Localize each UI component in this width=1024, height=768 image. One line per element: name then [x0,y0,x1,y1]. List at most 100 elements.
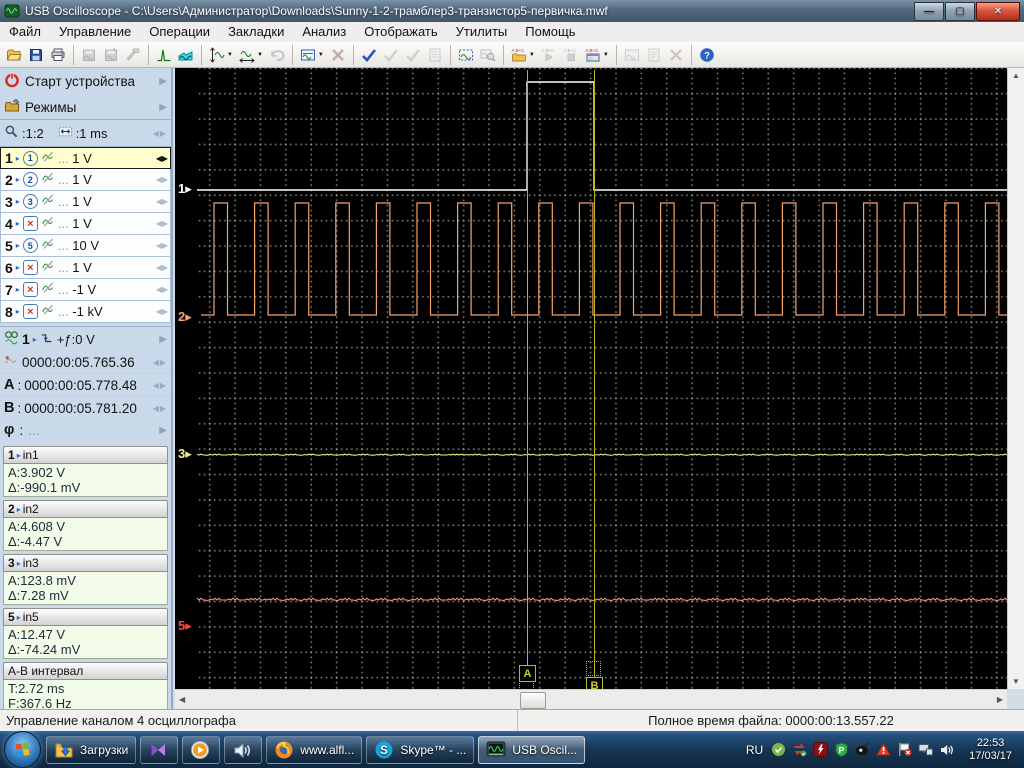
channel-badge[interactable]: 5 [23,238,38,253]
wave-coupling-icon[interactable] [41,171,55,188]
dropdown-arrow-icon[interactable]: ▼ [529,52,535,58]
zoom-sweep-row[interactable]: :1:2 :1 ms ◀▶ [0,119,171,146]
cursor-a-row[interactable]: A: 0000:00:05.778.48 ◀▶ [0,373,171,396]
channel-badge[interactable]: 1 [23,151,38,166]
trace-marker-2[interactable]: 2▸ [178,309,192,325]
menu-item-0[interactable]: Файл [0,22,50,42]
menu-item-2[interactable]: Операции [140,22,219,42]
channel-disabled-icon[interactable]: × [23,260,38,275]
taskbar-clock[interactable]: 22:53 17/03/17 [961,737,1020,763]
horizontal-scrollbar[interactable]: ◀ ▶ [175,689,1007,709]
taskbar-button-downloads[interactable]: Загрузки [46,736,136,764]
title-bar[interactable]: USB Oscilloscope - C:\Users\Администрато… [0,0,1024,22]
view-mode-button[interactable]: ▼ [298,43,326,67]
maximize-button[interactable]: ▢ [945,2,975,21]
dropdown-arrow-icon[interactable]: ▼ [318,52,324,58]
panel-header[interactable]: A-B интервал [3,662,168,680]
channel-row-7[interactable]: 7▸×... -1 V◀▶ [0,279,171,301]
channel-stepper[interactable]: ◀▶ [156,154,168,163]
trace-marker-3[interactable]: 3▸ [178,446,192,462]
scroll-up-icon[interactable]: ▲ [1012,71,1020,80]
help-button[interactable]: ? [697,43,717,67]
save-file-button[interactable] [26,43,46,67]
print-button[interactable] [48,43,68,67]
tray-download-master-icon[interactable] [813,742,829,758]
panel-header[interactable]: 1▸in1 [3,446,168,464]
vertical-scrollbar[interactable]: ▲ ▼ [1007,68,1024,689]
channel-row-4[interactable]: 4▸×... 1 V◀▶ [0,213,171,235]
channel-row-8[interactable]: 8▸×... -1 kV◀▶ [0,301,171,323]
cursor-b-row[interactable]: B: 0000:00:05.781.20 ◀▶ [0,396,171,419]
language-indicator[interactable]: RU [744,743,765,757]
time-stepper[interactable]: ◀▶ [153,358,167,367]
open-file-button[interactable] [4,43,24,67]
tray-volume-tray-icon[interactable] [939,742,955,758]
abc-open-button[interactable]: A:B+C▼ [509,43,537,67]
wave-coupling-icon[interactable] [41,281,55,298]
minimize-button[interactable]: — [914,2,944,21]
cursor-b-line[interactable] [594,70,595,677]
trace-marker-5[interactable]: 5▸ [178,618,192,634]
menu-item-5[interactable]: Отображать [355,22,446,42]
menu-item-4[interactable]: Анализ [293,22,355,42]
channel-stepper[interactable]: ◀▶ [156,241,168,250]
taskbar-button-usb-oscilloscope[interactable]: USB Oscil... [478,736,585,764]
channel-row-3[interactable]: 3▸3... 1 V◀▶ [0,191,171,213]
cursor-a-line[interactable] [527,70,528,665]
cursor-b-stepper[interactable]: ◀▶ [153,404,167,413]
tray-alert-icon[interactable] [876,742,892,758]
scroll-right-icon[interactable]: ▶ [997,695,1003,704]
taskbar-button-kmplayer[interactable] [140,736,178,764]
channel-stepper[interactable]: ◀▶ [156,285,168,294]
start-button[interactable] [4,731,41,768]
start-device-button[interactable]: Старт устройства ▶ [0,68,171,95]
taskbar-button-media-player[interactable] [182,736,220,764]
tray-satellite-icon[interactable] [855,742,871,758]
waveform-display[interactable]: 1▸2▸3▸5▸ AB [175,68,1007,689]
panel-header[interactable]: 5▸in5 [3,608,168,626]
channel-row-6[interactable]: 6▸×... 1 V◀▶ [0,257,171,279]
wave-coupling-icon[interactable] [41,150,55,167]
cursor-a-handle[interactable] [519,681,534,689]
cursor-b-label[interactable]: B [586,677,603,689]
dropdown-arrow-icon[interactable]: ▼ [257,52,263,58]
menu-item-7[interactable]: Помощь [516,22,584,42]
expand-arrow-icon[interactable]: ▶ [159,425,167,436]
cursor-a-stepper[interactable]: ◀▶ [153,381,167,390]
close-button[interactable]: ✕ [976,2,1020,21]
sweep-stepper[interactable]: ◀▶ [153,129,167,138]
apply-check-button[interactable] [359,43,379,67]
tray-network-icon[interactable] [918,742,934,758]
expand-arrow-icon[interactable]: ▶ [159,102,167,113]
menu-item-1[interactable]: Управление [50,22,140,42]
phase-row[interactable]: φ: ... ▶ [0,419,171,441]
trigger-row[interactable]: 1▸ +ƒ:0 V ▶ [0,326,171,351]
scroll-left-icon[interactable]: ◀ [179,695,185,704]
taskbar-button-skype[interactable]: SSkype™ - ... [366,736,474,764]
channel-stepper[interactable]: ◀▶ [156,307,168,316]
select-region-button[interactable] [456,43,476,67]
panel-header[interactable]: 2▸in2 [3,500,168,518]
channel-disabled-icon[interactable]: × [23,216,38,231]
menu-item-3[interactable]: Закладки [219,22,293,42]
expand-arrow-icon[interactable]: ▶ [159,334,167,345]
wave-coupling-icon[interactable] [41,193,55,210]
panel-header[interactable]: 3▸in3 [3,554,168,572]
tray-action-center-icon[interactable] [897,742,913,758]
channel-badge[interactable]: 2 [23,172,38,187]
wave-edit-button[interactable] [176,43,196,67]
channel-disabled-icon[interactable]: × [23,282,38,297]
trace-marker-1[interactable]: 1▸ [178,181,192,197]
scrollbar-thumb[interactable] [520,692,546,709]
tray-protect-icon[interactable]: P [834,742,850,758]
menu-item-6[interactable]: Утилиты [447,22,517,42]
tray-agent-icon[interactable] [771,742,787,758]
time-position-row[interactable]: 0000:00:05.765.36 ◀▶ [0,351,171,373]
channel-stepper[interactable]: ◀▶ [156,175,168,184]
scroll-down-icon[interactable]: ▼ [1012,677,1020,686]
channel-stepper[interactable]: ◀▶ [156,197,168,206]
channel-disabled-icon[interactable]: × [23,304,38,319]
wave-coupling-icon[interactable] [41,259,55,276]
channel-row-1[interactable]: 1▸1... 1 V◀▶ [0,147,171,169]
single-pulse-button[interactable] [154,43,174,67]
